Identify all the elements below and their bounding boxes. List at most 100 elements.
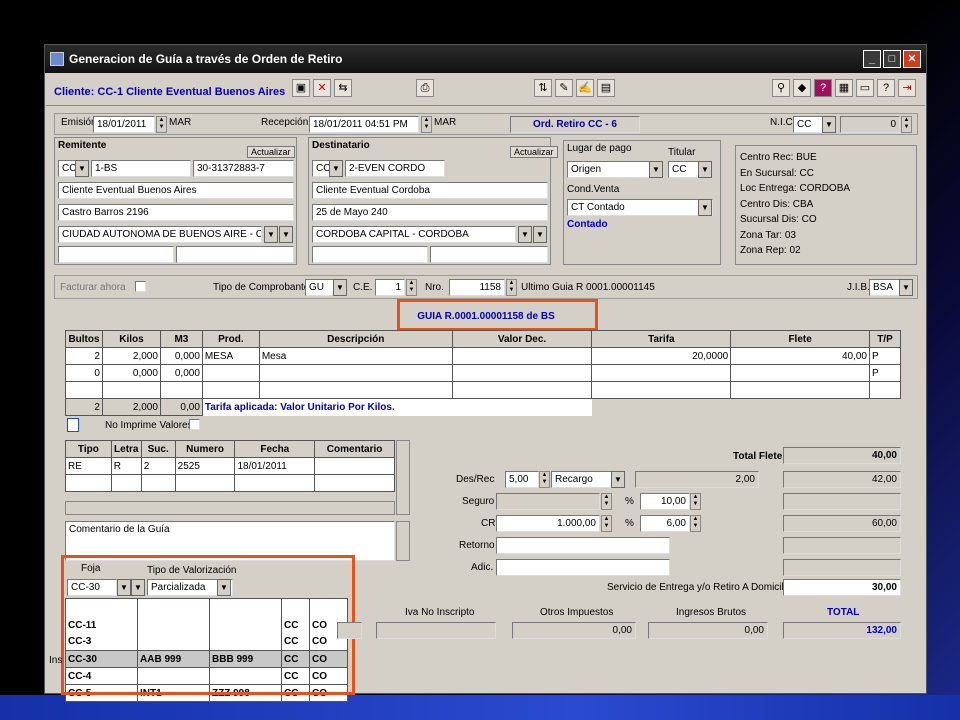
destinatario-type-dropdown[interactable]: ▼ (329, 160, 343, 177)
col-kilos[interactable]: Kilos (101, 330, 161, 348)
cell[interactable]: R (110, 457, 142, 475)
close-button[interactable]: ✕ (903, 50, 921, 68)
cell[interactable] (451, 364, 593, 382)
cell[interactable]: INT1 (137, 684, 210, 702)
cell[interactable]: 18/01/2011 (234, 457, 316, 475)
foja-dropdown-2[interactable]: ▼ (131, 579, 145, 596)
cell[interactable]: 0,000 (159, 364, 203, 382)
cell[interactable]: 2,000 (101, 347, 161, 365)
remitente-name[interactable]: Cliente Eventual Buenos Aires (58, 182, 294, 199)
cell[interactable] (201, 364, 260, 382)
help-icon[interactable]: ? (877, 79, 895, 97)
destinatario-name[interactable]: Cliente Eventual Cordoba (312, 182, 548, 199)
list-item[interactable]: CC-5 INT1 ZZZ 998 CC CO (65, 684, 348, 702)
no-imprime-checkbox[interactable] (189, 419, 200, 430)
calculator-icon[interactable]: ▦ (835, 79, 853, 97)
cell[interactable] (451, 381, 593, 399)
cell[interactable] (159, 381, 203, 399)
cell[interactable] (110, 474, 142, 492)
col-bultos[interactable]: Bultos (65, 330, 103, 348)
cell[interactable] (591, 364, 732, 382)
link-icon[interactable]: ⇆ (334, 79, 352, 97)
destinatario-extra-2[interactable] (430, 246, 548, 263)
titular-dropdown[interactable]: ▼ (698, 161, 712, 178)
docs-scrollbar[interactable] (65, 501, 395, 515)
cond-venta-select[interactable]: CT Contado (567, 199, 713, 216)
cell[interactable]: CC (281, 650, 310, 668)
list-item-selected[interactable]: CC-30 AAB 999 BBB 999 CC CO (65, 650, 348, 668)
table-row[interactable]: RE R 2 2525 18/01/2011 (65, 457, 395, 475)
nic-dropdown[interactable]: ▼ (822, 116, 836, 133)
edit-icon[interactable]: ✎ (555, 79, 573, 97)
list-item[interactable]: CC-4 CC CO (65, 667, 348, 685)
cell[interactable]: 0,000 (159, 347, 203, 365)
cell[interactable]: RE (65, 457, 112, 475)
cond-venta-dropdown[interactable]: ▼ (698, 199, 712, 216)
destinatario-city-dropdown-2[interactable]: ▼ (533, 226, 547, 243)
tipo-valorizacion-dropdown[interactable]: ▼ (217, 579, 231, 596)
cr-input[interactable]: 1.000,00 (496, 515, 600, 532)
cell[interactable] (65, 381, 103, 399)
comentario-textarea[interactable]: Comentario de la Guía (65, 521, 395, 561)
cell[interactable] (65, 474, 112, 492)
cell[interactable]: CO (309, 650, 348, 668)
remitente-type-dropdown[interactable]: ▼ (75, 160, 89, 177)
recepcion-input[interactable]: 18/01/2011 04:51 PM (309, 116, 419, 133)
cell[interactable]: CO (309, 667, 348, 685)
foja-select[interactable]: CC-30 (67, 579, 117, 596)
lugar-pago-dropdown[interactable]: ▼ (649, 161, 663, 178)
transfer-icon[interactable]: ⇅ (534, 79, 552, 97)
cell[interactable] (201, 381, 260, 399)
cell[interactable] (258, 381, 453, 399)
cell[interactable]: CC (281, 633, 310, 651)
cell[interactable] (137, 616, 210, 634)
cell[interactable]: CO (309, 684, 348, 702)
cell[interactable]: CC (281, 667, 310, 685)
cell[interactable]: CC-30 (65, 650, 138, 668)
cell[interactable]: 2525 (174, 457, 236, 475)
remitente-code[interactable]: 1-BS (91, 160, 191, 177)
col-letra[interactable]: Letra (110, 440, 142, 458)
servicio-value[interactable]: 30,00 (783, 579, 901, 596)
comentario-scrollbar[interactable] (396, 521, 410, 561)
nic-number[interactable]: 0 (840, 116, 900, 133)
table-row[interactable]: 0 0,000 0,000 P (65, 364, 902, 382)
cell[interactable]: BBB 999 (209, 650, 282, 668)
desrec-type-dropdown[interactable]: ▼ (611, 471, 625, 488)
remitente-extra-2[interactable] (176, 246, 294, 263)
cell[interactable] (234, 474, 316, 492)
destinatario-refresh-button[interactable]: Actualizar (510, 146, 558, 158)
cell[interactable]: CC-4 (65, 667, 138, 685)
col-valor-dec[interactable]: Valor Dec. (451, 330, 593, 348)
maximize-button[interactable]: □ (883, 50, 901, 68)
save-icon[interactable]: ▣ (292, 79, 310, 97)
col-flete[interactable]: Flete (730, 330, 870, 348)
cell[interactable]: 0,000 (101, 364, 161, 382)
col-prod[interactable]: Prod. (201, 330, 260, 348)
cell[interactable]: 20,0000 (591, 347, 732, 365)
col-tp[interactable]: T/P (868, 330, 902, 348)
cell[interactable] (209, 633, 282, 651)
cell[interactable]: 0 (65, 364, 103, 382)
tipo-comprobante-dropdown[interactable]: ▼ (333, 279, 347, 296)
cell[interactable] (314, 457, 395, 475)
table-row[interactable] (65, 474, 395, 492)
cell[interactable] (137, 633, 210, 651)
print-icon[interactable]: ⎙ (416, 79, 434, 97)
cell[interactable]: CC (281, 616, 310, 634)
cell[interactable] (209, 667, 282, 685)
nro-input[interactable]: 1158 (449, 279, 505, 296)
cell[interactable] (258, 364, 453, 382)
desrec-input[interactable]: 5,00 (505, 471, 539, 488)
seguro-pct-spinner[interactable]: ▲ ▼ (690, 493, 701, 510)
ce-input[interactable]: 1 (375, 279, 405, 296)
emision-input[interactable]: 18/01/2011 (93, 116, 155, 133)
table-row[interactable]: 2 2,000 0,000 MESA Mesa 20,0000 40,00 P (65, 347, 902, 365)
col-m3[interactable]: M3 (159, 330, 203, 348)
destinatario-city[interactable]: CORDOBA CAPITAL - CORDOBA (312, 226, 516, 243)
remitente-cuit[interactable]: 30-31372883-7 (193, 160, 294, 177)
remitente-city-dropdown-2[interactable]: ▼ (279, 226, 293, 243)
col-numero[interactable]: Numero (174, 440, 236, 458)
col-descripcion[interactable]: Descripción (258, 330, 453, 348)
cell[interactable] (730, 381, 870, 399)
